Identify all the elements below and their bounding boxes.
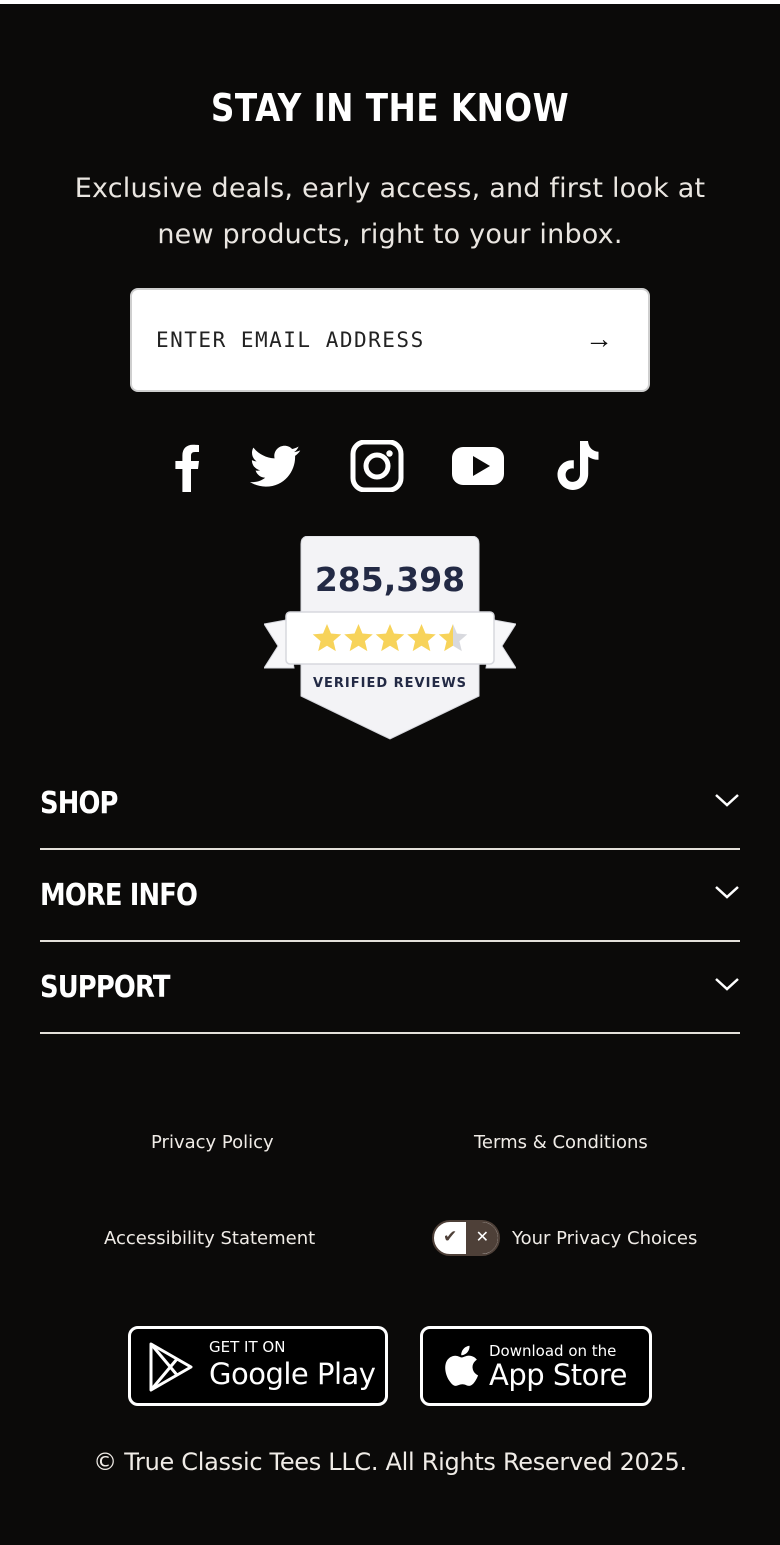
app-store-big-text: App Store [489,1358,628,1392]
app-store-button[interactable]: Download on the App Store [420,1326,652,1406]
facebook-icon[interactable] [160,440,214,492]
social-links [0,440,780,492]
privacy-choices-link[interactable]: Your Privacy Choices [512,1228,697,1249]
instagram-icon[interactable] [350,440,404,492]
terms-link[interactable]: Terms & Conditions [474,1132,648,1153]
chevron-down-icon [715,794,739,807]
apple-icon [445,1345,479,1386]
twitter-icon[interactable] [248,440,302,492]
check-icon: ✔ [443,1227,458,1247]
newsletter-title: STAY IN THE KNOW [210,86,570,130]
reviews-count: 285,398 [314,560,466,599]
tiktok-icon[interactable] [552,440,606,492]
privacy-policy-link[interactable]: Privacy Policy [151,1132,274,1153]
newsletter-subtitle: Exclusive deals, early access, and first… [40,166,740,258]
newsletter-form: → [130,288,650,392]
privacy-choices-toggle[interactable]: ✔ ✕ [432,1220,500,1256]
play-store-icon [149,1342,193,1392]
copyright-text: © True Classic Tees LLC. All Rights Rese… [93,1448,687,1476]
google-play-big-text: Google Play [209,1357,376,1391]
newsletter-subtitle-line-2: new products, right to your inbox. [157,219,623,250]
accordion-more-info-label: MORE INFO [40,878,198,913]
youtube-icon[interactable] [451,440,505,492]
chevron-down-icon [715,886,739,899]
accordion-shop[interactable]: SHOP [40,758,740,850]
email-input[interactable] [156,320,556,360]
submit-arrow-button[interactable]: → [582,324,616,358]
accordion-more-info[interactable]: MORE INFO [40,850,740,942]
accordion-support-label: SUPPORT [40,970,170,1005]
accordion-shop-label: SHOP [40,786,118,821]
chevron-down-icon [715,978,739,991]
accessibility-link[interactable]: Accessibility Statement [104,1228,315,1249]
close-icon: ✕ [475,1227,489,1246]
google-play-small-text: GET IT ON [209,1338,286,1356]
reviews-label: VERIFIED REVIEWS [312,676,468,691]
accordion-support[interactable]: SUPPORT [40,942,740,1034]
google-play-button[interactable]: GET IT ON Google Play [128,1326,388,1406]
newsletter-subtitle-line-1: Exclusive deals, early access, and first… [74,173,706,204]
